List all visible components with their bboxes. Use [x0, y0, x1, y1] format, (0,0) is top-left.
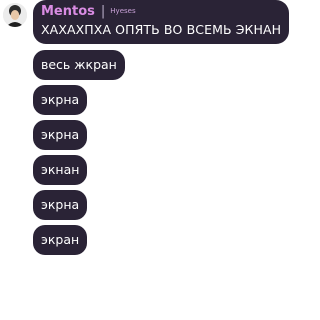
message-bubble[interactable]: экран: [33, 225, 88, 255]
message-bubble[interactable]: экрна: [33, 190, 88, 220]
message-list: Mentos | Hyeses ХАХАХПХА ОПЯТЬ ВО ВСЕМЬ …: [33, 0, 290, 260]
avatar-photo-icon: [3, 3, 27, 27]
header-separator: |: [100, 4, 106, 19]
avatar[interactable]: [3, 3, 27, 27]
message-bubble[interactable]: экнан: [33, 155, 88, 185]
message-bubble[interactable]: экрна: [33, 85, 88, 115]
message-bubble[interactable]: весь жкран: [33, 50, 125, 80]
author-name[interactable]: Mentos: [41, 4, 95, 19]
message-bubble-first[interactable]: Mentos | Hyeses ХАХАХПХА ОПЯТЬ ВО ВСЕМЬ …: [33, 0, 290, 44]
message-header: Mentos | Hyeses: [41, 4, 281, 22]
message-text: ХАХАХПХА ОПЯТЬ ВО ВСЕМЬ ЭКНАН: [41, 22, 282, 37]
author-tag: Hyeses: [110, 7, 136, 15]
message-bubble[interactable]: экрна: [33, 120, 88, 150]
